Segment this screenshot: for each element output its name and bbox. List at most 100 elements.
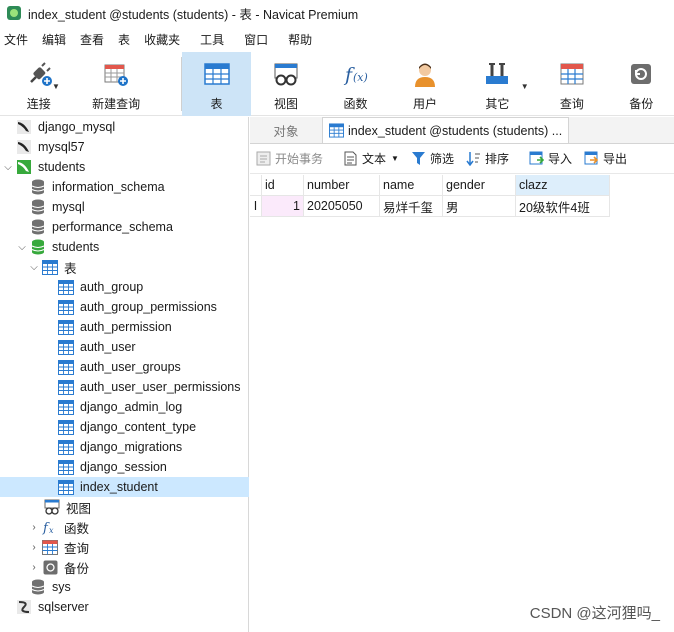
- begin-transaction-label: 开始事务: [275, 152, 324, 166]
- tree-table-item[interactable]: auth_group: [0, 277, 249, 297]
- tree-connection-django-mysql[interactable]: django_mysql: [0, 117, 249, 137]
- cell-id[interactable]: 1: [262, 196, 304, 217]
- tab-index-student[interactable]: index_student @students (students) ...: [322, 117, 570, 143]
- navicat-logo-icon: [7, 6, 21, 20]
- function-icon: fx: [42, 519, 58, 535]
- view-button[interactable]: 视图: [251, 52, 320, 116]
- menu-tools[interactable]: 工具: [193, 31, 231, 48]
- other-label: 其它: [485, 97, 510, 111]
- tree-table-item[interactable]: django_admin_log: [0, 397, 249, 417]
- filter-button[interactable]: 筛选: [411, 150, 454, 167]
- chevron-down-icon[interactable]: ▼: [52, 82, 60, 91]
- menu-table[interactable]: 表: [111, 31, 137, 48]
- database-icon: [30, 199, 46, 215]
- sort-button[interactable]: 排序: [466, 150, 509, 167]
- mysql-dolphin-icon: [16, 119, 32, 135]
- table-button[interactable]: 表: [181, 52, 252, 116]
- tree-table-item[interactable]: django_content_type: [0, 417, 249, 437]
- menu-help[interactable]: 帮助: [281, 31, 319, 48]
- chevron-down-icon[interactable]: ▼: [521, 82, 529, 91]
- tree-table-item[interactable]: django_migrations: [0, 437, 249, 457]
- tree-db-students[interactable]: ⌵ students: [0, 237, 249, 257]
- menu-favorites[interactable]: 收藏夹: [137, 31, 187, 48]
- tree-table-item[interactable]: django_session: [0, 457, 249, 477]
- database-icon: [30, 579, 46, 595]
- new-query-button[interactable]: 新建查询: [77, 52, 154, 116]
- chevron-right-icon[interactable]: ›: [28, 562, 40, 573]
- tree-folder-views[interactable]: 视图: [0, 497, 249, 517]
- column-header-gender[interactable]: gender: [443, 175, 516, 196]
- tab-strip: 对象 index_student @students (students) ..…: [250, 117, 674, 144]
- table-icon: [58, 459, 74, 475]
- main-toolbar: 连接 ▼ 新建查询 表 视图 f (x) 函数 用户 其它 ▼ 查询 备份: [0, 52, 674, 116]
- grid-toolbar: 开始事务 文本 ▼ 筛选 排序 导入 导出: [250, 144, 674, 174]
- chevron-down-icon[interactable]: ▼: [391, 154, 399, 163]
- tree-table-item[interactable]: auth_group_permissions: [0, 297, 249, 317]
- title-bar: index_student @students (students) - 表 -…: [0, 0, 674, 26]
- menu-edit[interactable]: 编辑: [35, 31, 73, 48]
- connection-tree: django_mysql mysql57 ⌵ students informat…: [0, 117, 249, 632]
- table-icon: [58, 299, 74, 315]
- export-icon: [584, 151, 599, 166]
- tree-connection-students[interactable]: ⌵ students: [0, 157, 249, 177]
- table-row[interactable]: I 1 20205050 易烊千玺 男 20级软件4班: [250, 196, 610, 217]
- other-button[interactable]: 其它 ▼: [460, 52, 535, 116]
- begin-transaction-button[interactable]: 开始事务: [256, 150, 323, 167]
- column-header-number[interactable]: number: [304, 175, 380, 196]
- tree-table-item[interactable]: auth_user_groups: [0, 357, 249, 377]
- query-button[interactable]: 查询: [535, 52, 608, 116]
- cell-clazz[interactable]: 20级软件4班: [516, 196, 610, 217]
- chevron-right-icon[interactable]: ›: [28, 522, 40, 533]
- cell-name[interactable]: 易烊千玺: [380, 196, 443, 217]
- tree-label: mysql: [52, 200, 85, 214]
- tree-db-sys[interactable]: sys: [0, 577, 249, 597]
- menu-file[interactable]: 文件: [0, 31, 35, 48]
- view-icon: [44, 499, 60, 515]
- tree-label: 表: [64, 261, 77, 276]
- cell-number[interactable]: 20205050: [304, 196, 380, 217]
- tree-table-item[interactable]: auth_user_user_permissions: [0, 377, 249, 397]
- column-header-name[interactable]: name: [380, 175, 443, 196]
- function-button[interactable]: f (x) 函数: [321, 52, 390, 116]
- tree-label: django_admin_log: [80, 400, 183, 414]
- tree-table-item[interactable]: auth_permission: [0, 317, 249, 337]
- tree-label: auth_user_groups: [80, 360, 181, 374]
- chevron-down-icon[interactable]: ⌵: [28, 262, 40, 273]
- column-header-id[interactable]: id: [262, 175, 304, 196]
- table-icon: [58, 419, 74, 435]
- tree-table-item[interactable]: auth_user: [0, 337, 249, 357]
- tree-table-item-selected[interactable]: index_student: [0, 477, 249, 497]
- tree-connection-sqlserver[interactable]: sqlserver: [0, 597, 249, 617]
- menu-window[interactable]: 窗口: [237, 31, 275, 48]
- column-header-clazz[interactable]: clazz: [516, 175, 610, 196]
- tree-label: 视图: [66, 501, 92, 516]
- tree-db-mysql[interactable]: mysql: [0, 197, 249, 217]
- tree-label: django_mysql: [38, 120, 116, 134]
- tree-label: auth_permission: [80, 320, 172, 334]
- table-icon: [203, 60, 231, 88]
- export-button[interactable]: 导出: [584, 150, 627, 167]
- import-button[interactable]: 导入: [529, 150, 572, 167]
- chevron-down-icon[interactable]: ⌵: [2, 162, 14, 173]
- tree-db-performance-schema[interactable]: performance_schema: [0, 217, 249, 237]
- tree-folder-backups[interactable]: › 备份: [0, 557, 249, 577]
- chevron-down-icon[interactable]: ⌵: [16, 242, 28, 253]
- text-view-button[interactable]: 文本 ▼: [343, 150, 399, 167]
- query-icon: [42, 539, 58, 555]
- menu-view[interactable]: 查看: [73, 31, 111, 48]
- table-icon: [58, 399, 74, 415]
- cell-gender[interactable]: 男: [443, 196, 516, 217]
- chevron-right-icon[interactable]: ›: [28, 542, 40, 553]
- backup-button[interactable]: 备份: [609, 52, 674, 116]
- tree-connection-mysql57[interactable]: mysql57: [0, 137, 249, 157]
- user-button[interactable]: 用户: [390, 52, 459, 116]
- tab-label: index_student @students (students) ...: [348, 123, 563, 138]
- tree-folder-queries[interactable]: › 查询: [0, 537, 249, 557]
- tree-db-information-schema[interactable]: information_schema: [0, 177, 249, 197]
- tree-folder-tables[interactable]: ⌵ 表: [0, 257, 249, 277]
- connect-button[interactable]: 连接 ▼: [0, 52, 77, 116]
- tree-folder-functions[interactable]: › fx 函数: [0, 517, 249, 537]
- filter-label: 筛选: [429, 152, 454, 166]
- tab-objects[interactable]: 对象: [250, 117, 322, 143]
- export-label: 导出: [603, 152, 628, 166]
